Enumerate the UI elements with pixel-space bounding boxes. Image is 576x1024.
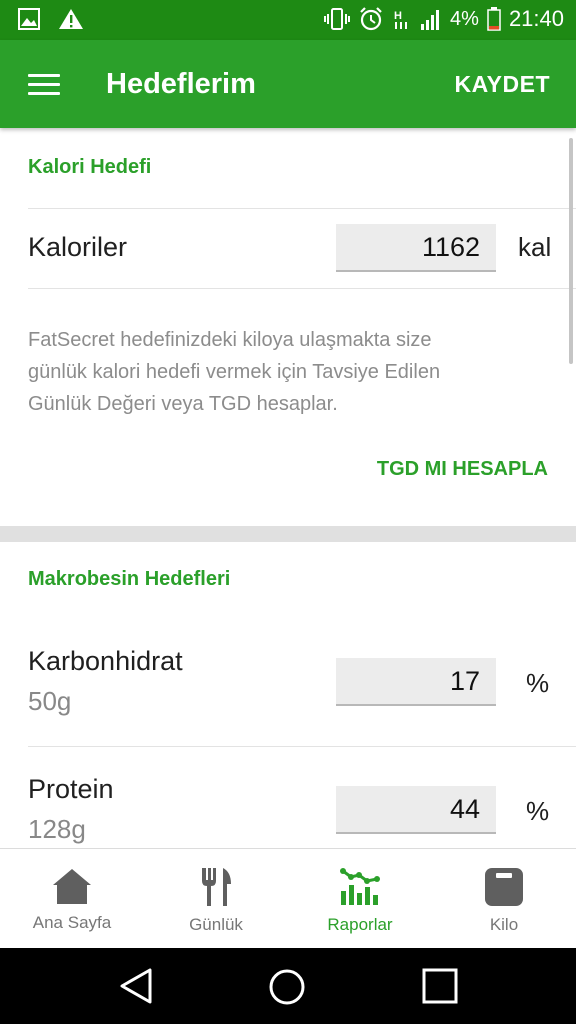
- home-button-icon[interactable]: [268, 968, 306, 1006]
- protein-grams: 128g: [28, 814, 86, 844]
- macro-section-title: Makrobesin Hedefleri: [28, 568, 231, 590]
- vibrate-icon: [324, 8, 351, 30]
- carbohydrate-percent-input[interactable]: 17: [336, 658, 496, 706]
- protein-unit: %: [526, 796, 550, 826]
- nav-label-weight: Kilo: [489, 915, 519, 934]
- signal-h-icon: H: [394, 10, 408, 29]
- warning-icon: [59, 9, 83, 29]
- app-bar: Hedeflerim KAYDET: [0, 40, 576, 128]
- divider: [28, 208, 576, 209]
- protein-percent-input[interactable]: 44: [336, 786, 496, 834]
- nav-item-reports[interactable]: Raporlar: [288, 849, 432, 948]
- menu-icon[interactable]: [28, 74, 60, 96]
- carbohydrate-label: Karbonhidrat: [28, 646, 183, 676]
- status-bar: H 4% 21:40: [0, 0, 576, 40]
- carbohydrate-unit: %: [526, 668, 550, 698]
- calorie-goal-card: Kalori Hedefi Kaloriler 1162 kal FatSecr…: [0, 128, 576, 526]
- page-title: Hedeflerim: [106, 68, 256, 100]
- nav-label-home: Ana Sayfa: [32, 913, 112, 932]
- scale-icon: [485, 868, 523, 906]
- system-navigation-bar: [0, 948, 576, 1024]
- macro-goals-card: Makrobesin Hedefleri Karbonhidrat 50g 17…: [0, 542, 576, 848]
- save-button[interactable]: KAYDET: [455, 71, 550, 98]
- battery-percent: 4%: [450, 7, 479, 30]
- carbohydrate-grams: 50g: [28, 686, 72, 716]
- calorie-description: FatSecret hedefinizdeki kiloya ulaşmakta…: [28, 329, 441, 415]
- scrollbar[interactable]: [569, 138, 573, 364]
- nav-label-diary: Günlük: [189, 915, 243, 934]
- nav-item-weight[interactable]: Kilo: [432, 849, 576, 948]
- svg-text:H: H: [394, 10, 402, 22]
- calculate-tgd-button[interactable]: TGD MI HESAPLA: [377, 458, 548, 481]
- battery-icon: [487, 7, 501, 31]
- recent-apps-icon[interactable]: [422, 968, 458, 1004]
- nav-item-home[interactable]: Ana Sayfa: [0, 849, 144, 948]
- home-icon: [53, 869, 91, 904]
- fork-knife-icon: [202, 868, 231, 906]
- cell-signal-icon: [421, 10, 440, 30]
- chart-icon: [340, 868, 380, 905]
- nav-item-diary[interactable]: Günlük: [144, 849, 288, 948]
- image-notification-icon: [18, 8, 40, 30]
- bottom-navigation: Ana Sayfa Günlük Raporlar Kilo: [0, 848, 576, 948]
- divider: [28, 746, 576, 747]
- calories-label: Kaloriler: [28, 232, 128, 262]
- content-area[interactable]: Kalori Hedefi Kaloriler 1162 kal FatSecr…: [0, 128, 576, 848]
- clock: 21:40: [508, 6, 564, 31]
- divider: [28, 288, 576, 289]
- calories-input[interactable]: 1162: [336, 224, 496, 272]
- protein-label: Protein: [28, 774, 114, 804]
- calories-unit: kal: [518, 232, 552, 262]
- calorie-section-title: Kalori Hedefi: [28, 156, 152, 178]
- nav-label-reports: Raporlar: [327, 915, 393, 934]
- back-icon[interactable]: [118, 968, 154, 1004]
- alarm-icon: [360, 7, 382, 31]
